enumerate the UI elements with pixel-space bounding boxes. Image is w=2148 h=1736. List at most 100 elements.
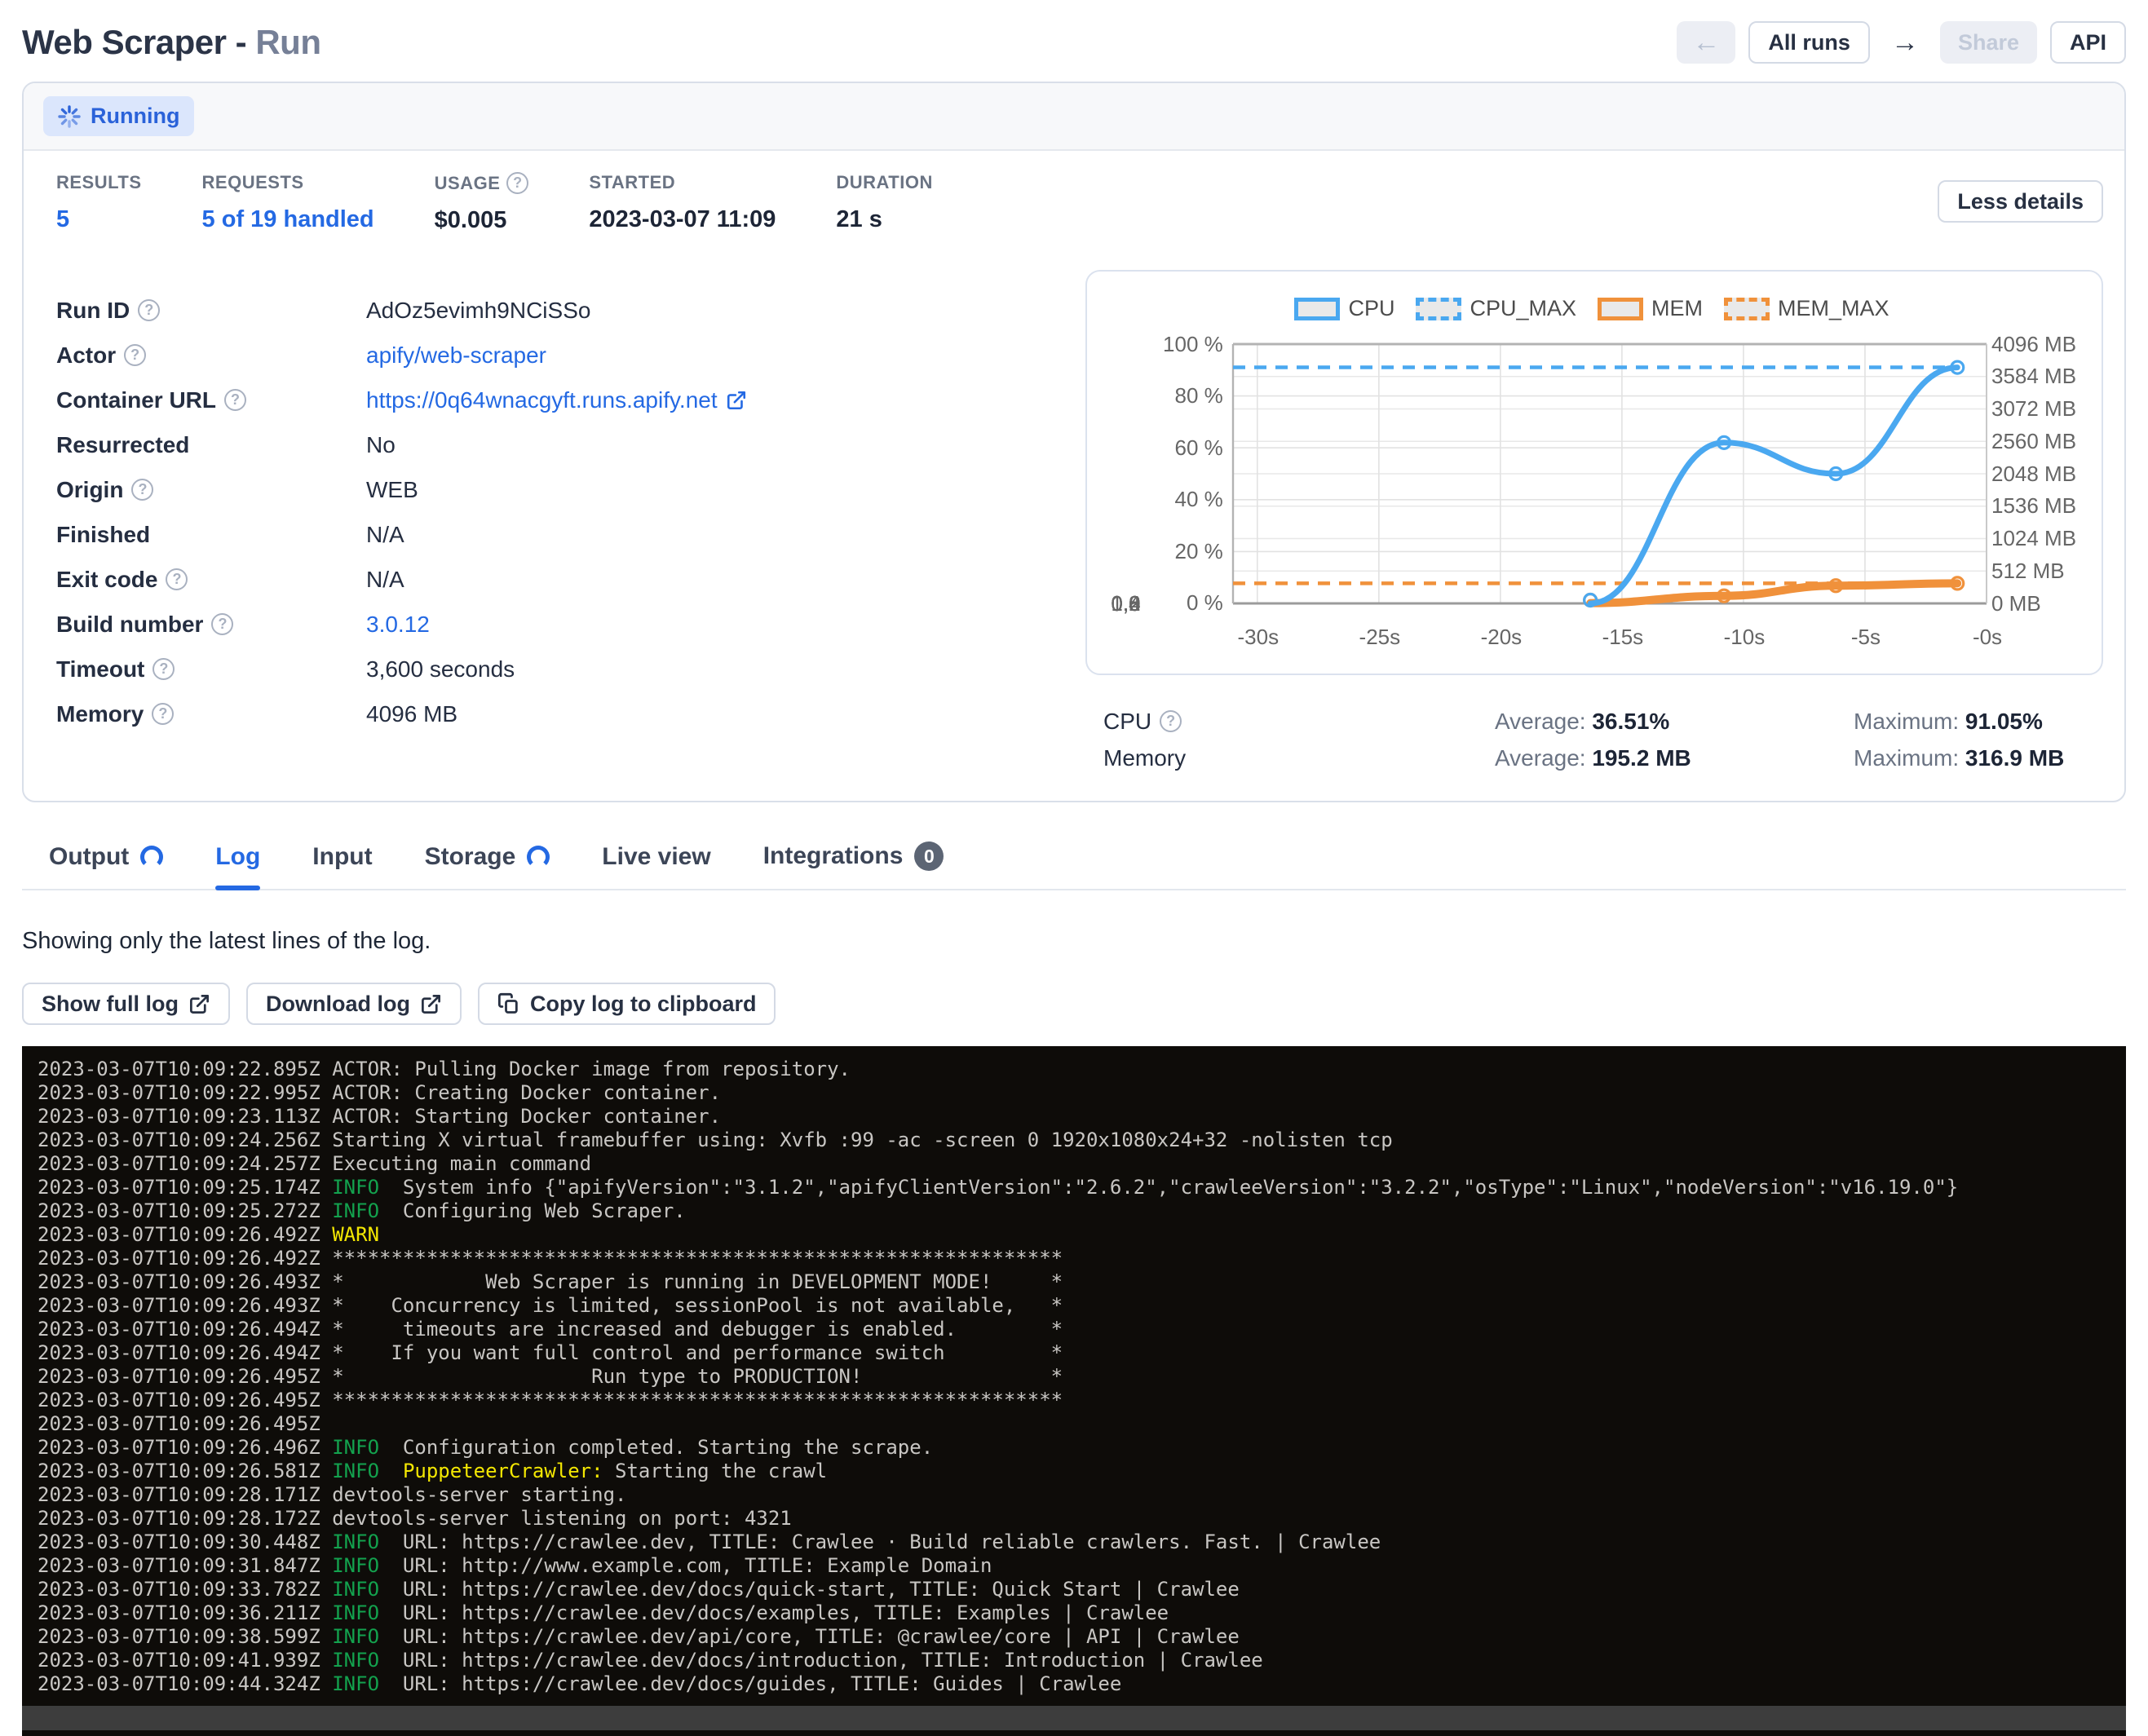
help-icon[interactable]: ? — [138, 299, 160, 321]
stats-columns: RESULTS5REQUESTS5 of 19 handledUSAGE?$0.… — [56, 172, 993, 234]
log-segment-plain: devtools-server listening on port: 4321 — [332, 1507, 792, 1530]
copy-log-label: Copy log to clipboard — [530, 992, 757, 1017]
tab-count-badge: 0 — [914, 841, 944, 871]
legend-item-cpu_max: CPU_MAX — [1416, 296, 1576, 321]
stat-value: 2023-03-07 11:09 — [589, 206, 776, 233]
log-console[interactable]: 2023-03-07T10:09:22.895Z ACTOR: Pulling … — [22, 1046, 2126, 1736]
log-segment-hl: PuppeteerCrawler: — [403, 1460, 603, 1482]
usage-summary: CPU?Average: 36.51%Maximum: 91.05% Memory… — [1085, 675, 2103, 776]
stat-results: RESULTS5 — [56, 172, 142, 234]
help-icon[interactable]: ? — [224, 389, 246, 411]
detail-value[interactable]: 3.0.12 — [366, 612, 430, 638]
log-segment-plain: URL: https://crawlee.dev/docs/guides, TI… — [379, 1672, 1121, 1695]
less-details-button[interactable]: Less details — [1938, 180, 2103, 223]
copy-log-button[interactable]: Copy log to clipboard — [478, 983, 776, 1025]
details-table: Run ID?AdOz5evimh9NCiSSoActor?apify/web-… — [56, 270, 1085, 776]
axis-fraction-labels: 1,00,80,60,40,20 — [1098, 344, 1141, 603]
usage-metric-name: Memory — [1103, 745, 1495, 771]
help-icon[interactable]: ? — [152, 658, 175, 680]
tab-input[interactable]: Input — [312, 843, 372, 889]
help-icon[interactable]: ? — [1160, 710, 1182, 732]
log-timestamp: 2023-03-07T10:09:26.494Z — [38, 1341, 332, 1364]
stat-value[interactable]: 5 of 19 handled — [202, 206, 374, 233]
spinner-icon — [58, 105, 81, 128]
log-line: 2023-03-07T10:09:26.495Z * Run type to P… — [38, 1365, 2126, 1389]
stat-duration: DURATION 21 s — [836, 172, 932, 234]
arrow-left-icon: ← — [1692, 29, 1720, 56]
stat-label: REQUESTS — [202, 172, 374, 193]
usage-summary-row: CPU?Average: 36.51%Maximum: 91.05% — [1103, 703, 2103, 740]
actor-name: Web Scraper — [22, 23, 227, 61]
next-run-button[interactable]: → — [1883, 21, 1927, 64]
help-icon[interactable]: ? — [166, 568, 188, 590]
series-cpu — [1590, 368, 1957, 603]
legend-item-mem_max: MEM_MAX — [1724, 296, 1889, 321]
x-axis-tick: -5s — [1851, 625, 1881, 650]
tab-label: Output — [49, 843, 129, 871]
log-line: 2023-03-07T10:09:26.495Z — [38, 1412, 2126, 1436]
detail-label-text: Build number — [56, 612, 203, 638]
x-axis-tick: -0s — [1973, 625, 2002, 650]
log-segment-plain — [379, 1460, 403, 1482]
legend-swatch — [1598, 298, 1643, 320]
detail-row: Build number? 3.0.12 — [56, 602, 1085, 647]
stat-value: 21 s — [836, 206, 932, 233]
help-icon[interactable]: ? — [506, 172, 528, 194]
log-timestamp: 2023-03-07T10:09:22.895Z — [38, 1058, 332, 1080]
tab-storage[interactable]: Storage — [425, 843, 550, 889]
detail-label-text: Exit code — [56, 567, 157, 593]
log-segment-info: INFO — [332, 1176, 379, 1199]
detail-label: Run ID? — [56, 298, 366, 324]
status-strip: Running — [24, 83, 2124, 151]
log-segment-info: INFO — [332, 1199, 379, 1222]
log-timestamp: 2023-03-07T10:09:25.272Z — [38, 1199, 332, 1222]
detail-label-text: Memory — [56, 701, 144, 727]
stat-label: USAGE? — [435, 172, 529, 194]
legend-swatch — [1416, 298, 1461, 320]
log-horizontal-scrollbar[interactable] — [22, 1706, 2126, 1730]
detail-value[interactable]: https://0q64wnacgyft.runs.apify.net — [366, 387, 747, 413]
arrow-right-icon: → — [1891, 29, 1919, 56]
log-line: 2023-03-07T10:09:41.939Z INFO URL: https… — [38, 1649, 2126, 1672]
api-button[interactable]: API — [2050, 21, 2126, 64]
log-line: 2023-03-07T10:09:26.493Z * Concurrency i… — [38, 1294, 2126, 1318]
show-full-log-button[interactable]: Show full log — [22, 983, 230, 1025]
help-icon[interactable]: ? — [152, 703, 174, 725]
log-line: 2023-03-07T10:09:26.495Z ***************… — [38, 1389, 2126, 1412]
tab-log[interactable]: Log — [215, 843, 260, 889]
log-timestamp: 2023-03-07T10:09:26.495Z — [38, 1389, 332, 1411]
log-timestamp: 2023-03-07T10:09:26.492Z — [38, 1223, 332, 1246]
log-timestamp: 2023-03-07T10:09:26.496Z — [38, 1436, 332, 1459]
tab-integrations[interactable]: Integrations0 — [763, 841, 944, 889]
tab-live-view[interactable]: Live view — [602, 843, 710, 889]
stat-label: STARTED — [589, 172, 776, 193]
x-axis-tick: -25s — [1359, 625, 1401, 650]
log-line: 2023-03-07T10:09:26.581Z INFO PuppeteerC… — [38, 1460, 2126, 1483]
log-line: 2023-03-07T10:09:33.782Z INFO URL: https… — [38, 1578, 2126, 1601]
help-icon[interactable]: ? — [211, 613, 233, 635]
share-button: Share — [1940, 21, 2037, 64]
log-segment-plain: ****************************************… — [332, 1247, 1063, 1270]
stat-label-text: DURATION — [836, 172, 932, 193]
stat-value[interactable]: 5 — [56, 206, 142, 233]
detail-value: WEB — [366, 477, 418, 503]
tab-output[interactable]: Output — [49, 843, 163, 889]
detail-row: Actor?apify/web-scraper — [56, 333, 1085, 378]
log-timestamp: 2023-03-07T10:09:31.847Z — [38, 1554, 332, 1577]
log-segment-info: INFO — [332, 1601, 379, 1624]
log-segment-plain: * Run type to PRODUCTION! * — [332, 1365, 1063, 1388]
all-runs-button[interactable]: All runs — [1748, 21, 1870, 64]
download-log-button[interactable]: Download log — [246, 983, 462, 1025]
tab-label: Live view — [602, 843, 710, 871]
log-segment-plain: URL: https://crawlee.dev/docs/examples, … — [379, 1601, 1169, 1624]
help-icon[interactable]: ? — [124, 344, 146, 366]
detail-value[interactable]: apify/web-scraper — [366, 342, 546, 369]
log-line: 2023-03-07T10:09:26.494Z * timeouts are … — [38, 1318, 2126, 1341]
log-segment-info: INFO — [332, 1578, 379, 1601]
help-icon[interactable]: ? — [131, 479, 153, 501]
log-timestamp: 2023-03-07T10:09:26.493Z — [38, 1294, 332, 1317]
log-segment-info: INFO — [332, 1460, 379, 1482]
legend-label: MEM_MAX — [1778, 296, 1889, 321]
log-segment-info: INFO — [332, 1672, 379, 1695]
log-line: 2023-03-07T10:09:28.171Z devtools-server… — [38, 1483, 2126, 1507]
